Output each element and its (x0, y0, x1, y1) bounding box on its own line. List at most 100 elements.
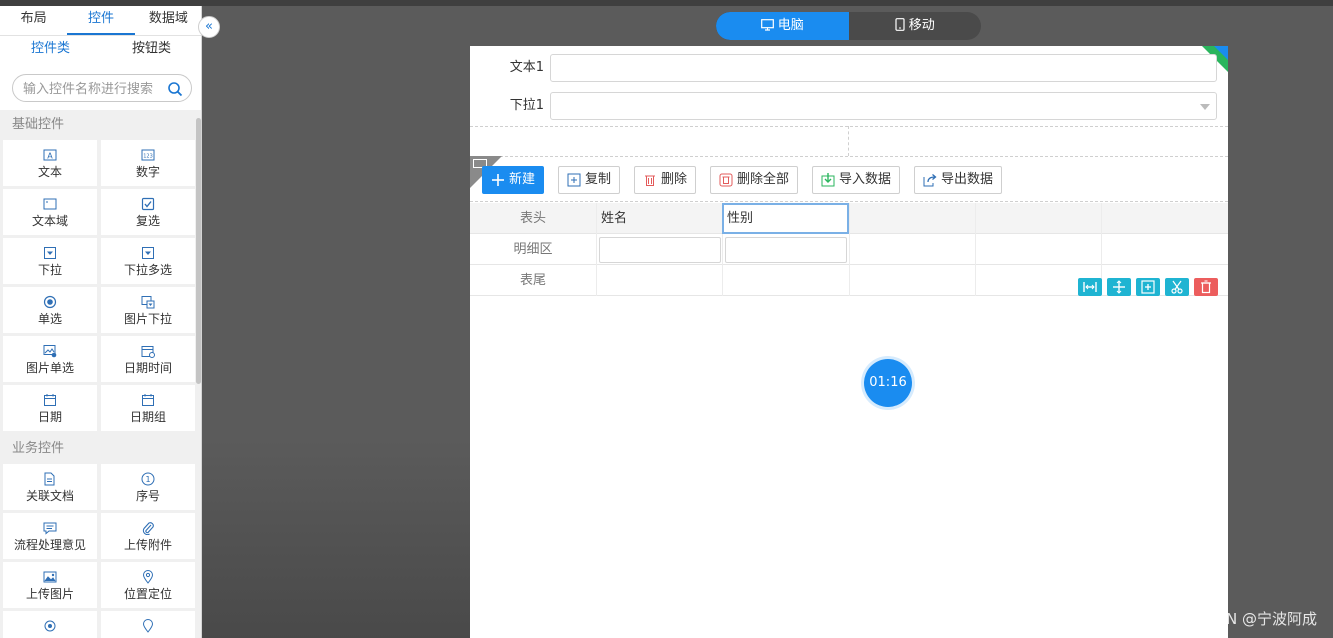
collapse-panel-button[interactable]: « (198, 16, 220, 38)
detail-cell[interactable] (849, 234, 975, 265)
control-multi-dropdown[interactable]: 下拉多选 (101, 238, 195, 284)
detail-gender-input[interactable] (725, 237, 847, 263)
control-date[interactable]: 日期 (3, 385, 97, 431)
location-pin-icon (142, 619, 154, 633)
control-upload-image[interactable]: 上传图片 (3, 562, 97, 608)
control-image-radio[interactable]: 图片单选 (3, 336, 97, 382)
control-label: 下拉多选 (123, 263, 172, 277)
subtab-control-types[interactable]: 控件类 (0, 36, 101, 66)
control-textarea[interactable]: 文本域 (3, 189, 97, 235)
control-search-box (12, 74, 192, 102)
header-cell-empty[interactable] (849, 203, 975, 234)
image-upload-icon (43, 571, 57, 583)
control-number[interactable]: 123 数字 (101, 140, 195, 186)
control-label: 上传附件 (123, 538, 172, 552)
header-text: 姓名 (601, 211, 628, 226)
add-column-button[interactable] (1136, 278, 1160, 296)
copy-icon (567, 173, 581, 187)
header-cell-empty[interactable] (1101, 203, 1228, 234)
detail-cell[interactable] (975, 234, 1101, 265)
copy-button[interactable]: 复制 (558, 166, 621, 194)
control-label: 流程处理意见 (13, 538, 86, 552)
control-label: 复选 (135, 214, 160, 228)
field-label: 下拉1 (509, 98, 544, 113)
control-panel: 布局 控件 数据域 控件类 按钮类 基础控件 A 文本 123 数字 文本域 复… (0, 6, 202, 638)
search-icon[interactable] (167, 81, 183, 97)
form-row-text1: 文本1 (470, 50, 1228, 86)
control-datetime[interactable]: 日期时间 (101, 336, 195, 382)
control-search-input[interactable] (23, 79, 163, 99)
number-icon: 123 (141, 149, 155, 161)
subtab-button-types[interactable]: 按钮类 (101, 36, 201, 66)
layout-divider (470, 126, 1228, 127)
move-icon (1113, 280, 1125, 294)
field-label: 文本1 (509, 60, 544, 75)
cut-button[interactable] (1165, 278, 1189, 296)
control-date-group[interactable]: 日期组 (101, 385, 195, 431)
cut-icon (1171, 280, 1183, 294)
row-label-detail: 明细区 (513, 242, 553, 257)
control-location[interactable]: 位置定位 (101, 562, 195, 608)
background-fade (202, 440, 470, 638)
calendar-icon (44, 394, 56, 406)
control-label: 下拉 (37, 263, 62, 277)
tab-data-domain[interactable]: 数据域 (135, 6, 201, 35)
delete-all-button[interactable]: 删除全部 (710, 166, 799, 194)
control-dropdown[interactable]: 下拉 (3, 238, 97, 284)
move-button[interactable] (1107, 278, 1131, 296)
header-cell-empty[interactable] (975, 203, 1101, 234)
control-checkbox[interactable]: 复选 (101, 189, 195, 235)
subtable-header-row: 表头 姓名 性别 (470, 203, 1228, 234)
control-partial-2[interactable] (101, 611, 195, 638)
layout-column-divider (848, 126, 849, 156)
tab-layout[interactable]: 布局 (0, 6, 67, 35)
text1-input[interactable] (550, 54, 1217, 82)
control-serial-number[interactable]: 1 序号 (101, 464, 195, 510)
delete-button[interactable]: 删除 (634, 166, 697, 194)
form-canvas: 文本1 下拉1 新建 复制 删除 删除全部 导入数据 导出数据 表头 姓名 性别… (470, 46, 1228, 638)
control-process-comment[interactable]: 流程处理意见 (3, 513, 97, 559)
control-label: 图片下拉 (123, 312, 172, 326)
trash-icon (645, 175, 655, 186)
control-label: 文本 (37, 165, 62, 179)
detail-cell[interactable] (1101, 234, 1228, 265)
panel-tabs: 布局 控件 数据域 (0, 6, 201, 36)
row-label-footer: 表尾 (519, 273, 546, 288)
tab-controls[interactable]: 控件 (67, 6, 135, 35)
footer-cell[interactable] (849, 265, 975, 296)
import-data-button[interactable]: 导入数据 (812, 166, 901, 194)
header-cell-gender-selected[interactable]: 性别 (722, 203, 849, 234)
select1-dropdown[interactable] (550, 92, 1217, 120)
section-basic-controls-title: 基础控件 (12, 117, 65, 132)
header-cell-name[interactable]: 姓名 (596, 203, 722, 234)
control-upload-attachment[interactable]: 上传附件 (101, 513, 195, 559)
svg-text:A: A (47, 152, 53, 161)
search-area (0, 66, 201, 110)
watermark: CSDN @宁波阿成 (1194, 610, 1317, 628)
trash-all-icon (719, 173, 733, 187)
panel-scrollbar[interactable] (196, 118, 201, 384)
control-text[interactable]: A 文本 (3, 140, 97, 186)
control-radio[interactable]: 单选 (3, 287, 97, 333)
control-linked-document[interactable]: 关联文档 (3, 464, 97, 510)
recording-timer: 01:16 (864, 359, 912, 407)
multi-dropdown-icon (142, 247, 154, 259)
checkbox-icon (141, 197, 155, 211)
add-column-icon (1141, 280, 1155, 294)
control-partial-1[interactable] (3, 611, 97, 638)
resize-width-button[interactable] (1078, 278, 1102, 296)
device-mobile-button[interactable]: 移动 (849, 12, 982, 40)
control-label: 图片单选 (25, 361, 74, 375)
device-desktop-button[interactable]: 电脑 (716, 12, 849, 40)
export-data-button[interactable]: 导出数据 (914, 166, 1003, 194)
new-button[interactable]: 新建 (482, 166, 545, 194)
dropdown-icon (44, 247, 56, 259)
control-image-dropdown[interactable]: 图片下拉 (101, 287, 195, 333)
mobile-phone-icon (895, 18, 905, 31)
text-icon: A (43, 149, 57, 161)
remove-button[interactable] (1194, 278, 1218, 296)
footer-cell[interactable] (722, 265, 849, 296)
monitor-icon (760, 19, 774, 31)
detail-name-input[interactable] (599, 237, 721, 263)
footer-cell[interactable] (596, 265, 722, 296)
